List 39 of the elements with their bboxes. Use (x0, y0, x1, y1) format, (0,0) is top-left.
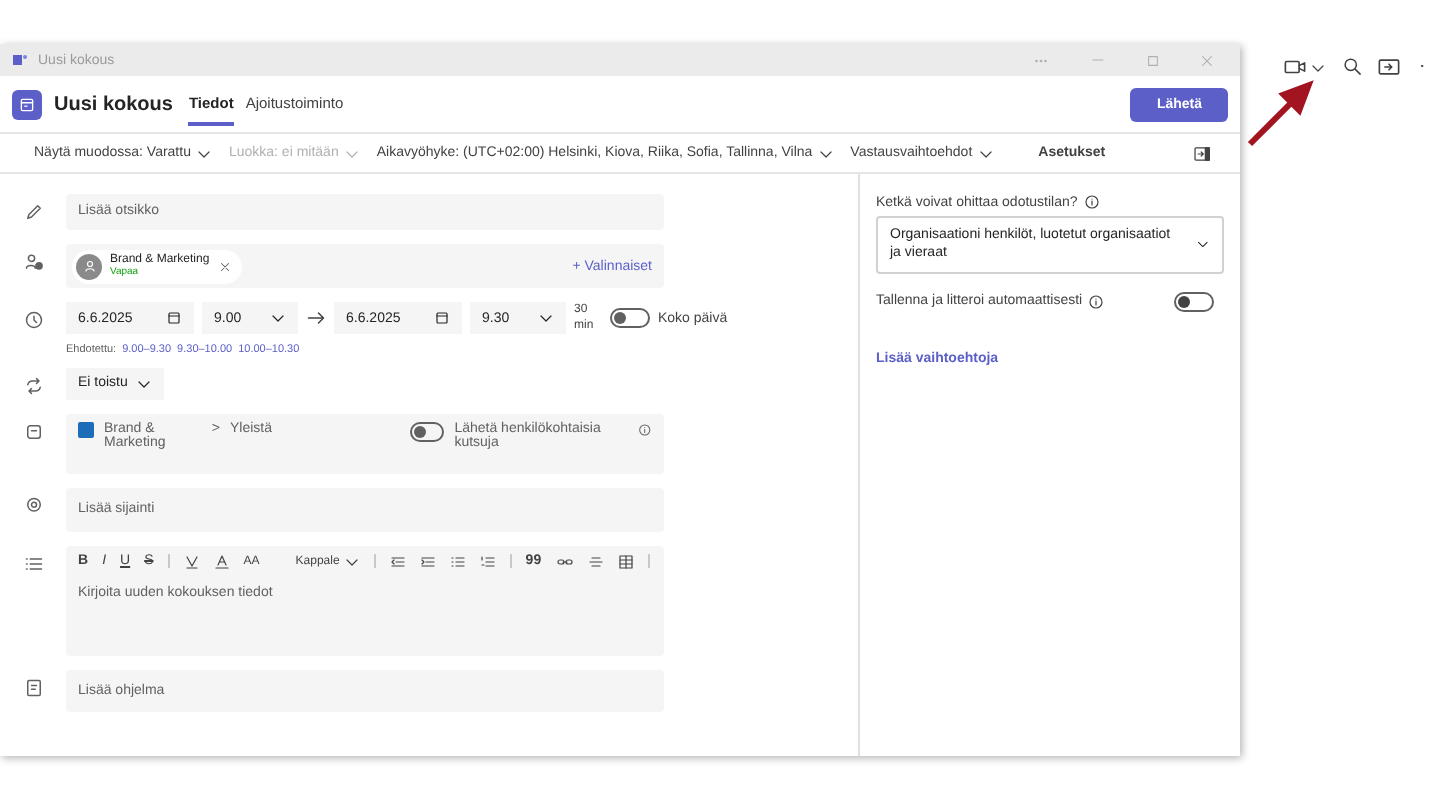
calendar-icon (166, 310, 182, 327)
calendar-icon (434, 310, 450, 327)
panel-icon[interactable] (1378, 56, 1400, 78)
repeat-icon (23, 375, 43, 396)
search-icon[interactable] (1342, 56, 1362, 76)
outdent-icon[interactable] (389, 553, 406, 570)
arrow-right-icon (306, 308, 326, 329)
remove-icon[interactable] (217, 259, 232, 273)
info-icon (1088, 293, 1105, 310)
channel-icon (23, 421, 43, 442)
link-icon[interactable] (555, 553, 574, 570)
annotation-arrow (1244, 78, 1316, 150)
highlighter-icon[interactable] (183, 553, 200, 570)
info-icon (638, 421, 652, 438)
clock-icon (23, 310, 43, 330)
table-icon[interactable] (617, 553, 634, 570)
team-icon (78, 421, 94, 438)
agenda-icon (23, 677, 43, 698)
meeting-title: Uusi kokous (54, 93, 173, 115)
bulleted-list-icon[interactable] (449, 553, 466, 570)
people-icon (23, 252, 43, 272)
toggle-switch[interactable] (410, 421, 445, 442)
indent-icon[interactable] (419, 553, 436, 570)
toggle-switch[interactable] (1174, 291, 1214, 312)
numbered-list-icon[interactable] (479, 553, 496, 570)
location-icon (23, 495, 43, 516)
person-icon (81, 258, 97, 274)
pencil-icon (23, 202, 43, 222)
video-camera-icon[interactable] (1284, 56, 1306, 78)
collapse-panel-icon[interactable] (1193, 141, 1211, 165)
toggle-switch[interactable] (610, 308, 650, 329)
chevron-down-icon (1196, 236, 1210, 253)
details-list-icon (23, 553, 43, 574)
chevron-down-icon (538, 310, 554, 327)
info-icon (1083, 194, 1100, 210)
chevron-down-icon (270, 310, 286, 327)
calendar-icon (18, 95, 36, 113)
horizontal-rule-icon[interactable] (587, 553, 604, 570)
font-color-icon[interactable] (213, 553, 230, 570)
